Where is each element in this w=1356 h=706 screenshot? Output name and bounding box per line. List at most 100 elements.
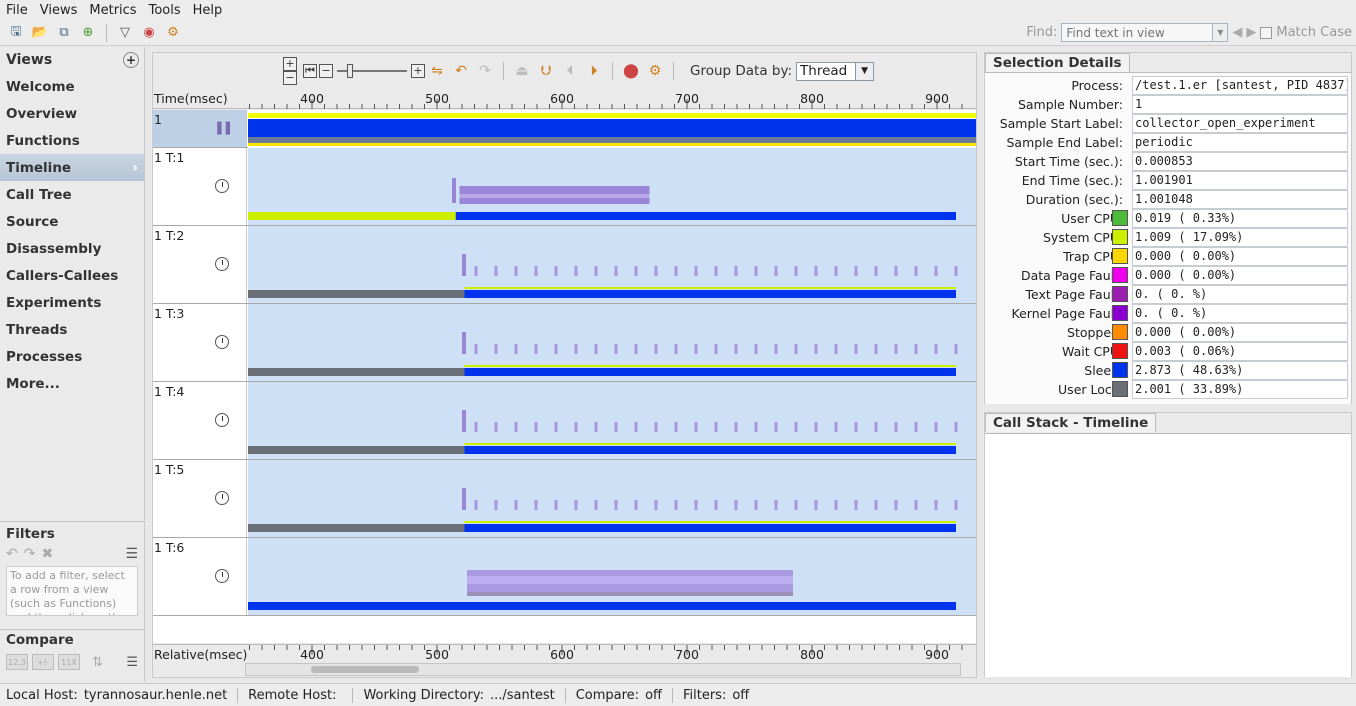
- detail-value[interactable]: 0.000 ( 0.00%): [1132, 323, 1348, 342]
- metric-color-swatch[interactable]: [1112, 229, 1128, 245]
- add-view-icon[interactable]: +: [123, 52, 139, 68]
- row-label[interactable]: 1 T:5: [153, 460, 247, 537]
- thread-row[interactable]: 1 T:4: [153, 382, 976, 460]
- undo-zoom-icon[interactable]: ↶: [452, 63, 470, 79]
- call-stack-tab[interactable]: Call Stack - Timeline: [985, 413, 1157, 432]
- nav-item-threads[interactable]: Threads: [0, 316, 144, 343]
- menu-tools[interactable]: Tools: [143, 3, 187, 18]
- find-dropdown-icon[interactable]: ▼: [1212, 23, 1229, 42]
- save-icon[interactable]: 🖫: [7, 24, 25, 42]
- redo-filter-icon[interactable]: ↷: [24, 546, 36, 562]
- color-chooser-icon[interactable]: ⬤: [622, 63, 640, 79]
- sort-icon[interactable]: ⇅: [92, 655, 103, 670]
- nav-item-callers-callees[interactable]: Callers-Callees: [0, 262, 144, 289]
- timeline-settings-icon[interactable]: ⚙: [646, 63, 664, 79]
- metric-color-swatch[interactable]: [1112, 343, 1128, 359]
- nav-item-overview[interactable]: Overview: [0, 100, 144, 127]
- row-timeline-area[interactable]: [248, 304, 976, 381]
- vertical-zoom-out-button[interactable]: −: [283, 71, 297, 85]
- next-event-icon[interactable]: ⏵: [585, 63, 603, 79]
- menu-views[interactable]: Views: [34, 3, 84, 18]
- detail-value[interactable]: 0.000 ( 0.00%): [1132, 266, 1348, 285]
- zoom-slider[interactable]: [337, 64, 407, 78]
- record-icon[interactable]: ◉: [140, 24, 158, 42]
- thread-row[interactable]: 1 T:2: [153, 226, 976, 304]
- compare-menu-icon[interactable]: ☰: [126, 655, 138, 670]
- group-data-select[interactable]: Thread ▼: [796, 61, 875, 81]
- detail-value[interactable]: 0.000853: [1132, 152, 1348, 171]
- thread-row[interactable]: 1 T:5: [153, 460, 976, 538]
- detail-value[interactable]: 1: [1132, 95, 1348, 114]
- detail-value[interactable]: 0.003 ( 0.06%): [1132, 342, 1348, 361]
- row-timeline-area[interactable]: [248, 460, 976, 537]
- connect-icon[interactable]: ⊕: [79, 24, 97, 42]
- detail-value[interactable]: 1.001048: [1132, 190, 1348, 209]
- settings-icon[interactable]: ⚙: [164, 24, 182, 42]
- metric-color-swatch[interactable]: [1112, 210, 1128, 226]
- row-label[interactable]: 1 T:6: [153, 538, 247, 615]
- menu-file[interactable]: File: [0, 3, 34, 18]
- nav-item-welcome[interactable]: Welcome: [0, 73, 144, 100]
- nav-item-processes[interactable]: Processes: [0, 343, 144, 370]
- match-case-checkbox[interactable]: [1260, 26, 1273, 39]
- selection-details-tab[interactable]: Selection Details: [985, 53, 1130, 72]
- process-row[interactable]: 1 ▐▐: [153, 110, 976, 148]
- zoom-out-button[interactable]: −: [319, 64, 333, 78]
- horizontal-scrollbar[interactable]: [245, 663, 961, 676]
- previous-event-icon[interactable]: ⏴: [561, 63, 579, 79]
- row-timeline-area[interactable]: [248, 538, 976, 615]
- detail-value[interactable]: 0.000 ( 0.00%): [1132, 247, 1348, 266]
- undo-filter-icon[interactable]: ↶: [6, 546, 18, 562]
- row-timeline-area[interactable]: [248, 226, 976, 303]
- row-label[interactable]: 1 T:3: [153, 304, 247, 381]
- metric-color-swatch[interactable]: [1112, 305, 1128, 321]
- zoom-to-selection-icon[interactable]: ⇋: [428, 63, 446, 79]
- detail-value[interactable]: 2.001 ( 33.89%): [1132, 380, 1348, 399]
- detail-value[interactable]: 0. ( 0. %): [1132, 285, 1348, 304]
- zoom-slider-thumb[interactable]: [347, 64, 353, 78]
- redo-zoom-icon[interactable]: ↷: [476, 63, 494, 79]
- nav-item-disassembly[interactable]: Disassembly: [0, 235, 144, 262]
- detail-value[interactable]: 1.009 ( 17.09%): [1132, 228, 1348, 247]
- row-timeline-area[interactable]: [241, 110, 976, 148]
- row-timeline-area[interactable]: [248, 382, 976, 459]
- zoom-in-button[interactable]: +: [411, 64, 425, 78]
- find-input[interactable]: [1061, 23, 1214, 42]
- detail-value[interactable]: collector_open_experiment: [1132, 114, 1348, 133]
- metric-color-swatch[interactable]: [1112, 362, 1128, 378]
- metric-color-swatch[interactable]: [1112, 286, 1128, 302]
- filter-icon[interactable]: ▽: [116, 24, 134, 42]
- metric-color-swatch[interactable]: [1112, 324, 1128, 340]
- detail-value[interactable]: 0.019 ( 0.33%): [1132, 209, 1348, 228]
- find-previous-icon[interactable]: ◀: [1232, 25, 1242, 40]
- previous-row-icon[interactable]: ⏏: [513, 63, 531, 79]
- detail-value[interactable]: 1.001901: [1132, 171, 1348, 190]
- metric-color-swatch[interactable]: [1112, 267, 1128, 283]
- row-label[interactable]: 1 T:2: [153, 226, 247, 303]
- row-label[interactable]: 1 ▐▐: [153, 110, 247, 147]
- thread-row[interactable]: 1 T:6: [153, 538, 976, 616]
- nav-item-experiments[interactable]: Experiments: [0, 289, 144, 316]
- next-row-icon[interactable]: ⮋: [537, 63, 555, 79]
- open-experiment-icon[interactable]: 📂: [31, 24, 49, 42]
- metric-color-swatch[interactable]: [1112, 381, 1128, 397]
- row-label[interactable]: 1 T:4: [153, 382, 247, 459]
- metric-color-swatch[interactable]: [1112, 248, 1128, 264]
- detail-value[interactable]: periodic: [1132, 133, 1348, 152]
- nav-item-functions[interactable]: Functions: [0, 127, 144, 154]
- compare-delta-button[interactable]: +/-: [32, 654, 54, 670]
- horizontal-scrollbar-thumb[interactable]: [311, 666, 419, 673]
- find-next-icon[interactable]: ▶: [1246, 25, 1256, 40]
- detail-value[interactable]: 0. ( 0. %): [1132, 304, 1348, 323]
- row-label[interactable]: 1 T:1: [153, 148, 247, 225]
- compare-ratio-button[interactable]: 11X: [58, 654, 80, 670]
- remove-filter-icon[interactable]: ✖: [41, 546, 53, 562]
- zoom-reset-button[interactable]: ⏮: [303, 64, 317, 78]
- detail-value[interactable]: 2.873 ( 48.63%): [1132, 361, 1348, 380]
- nav-item-source[interactable]: Source: [0, 208, 144, 235]
- detail-value[interactable]: /test.1.er [santest, PID 4837]: [1132, 76, 1348, 95]
- row-timeline-area[interactable]: [248, 148, 976, 225]
- vertical-zoom-in-button[interactable]: +: [283, 57, 297, 71]
- menu-help[interactable]: Help: [187, 3, 229, 18]
- nav-item-more[interactable]: More...: [0, 370, 144, 397]
